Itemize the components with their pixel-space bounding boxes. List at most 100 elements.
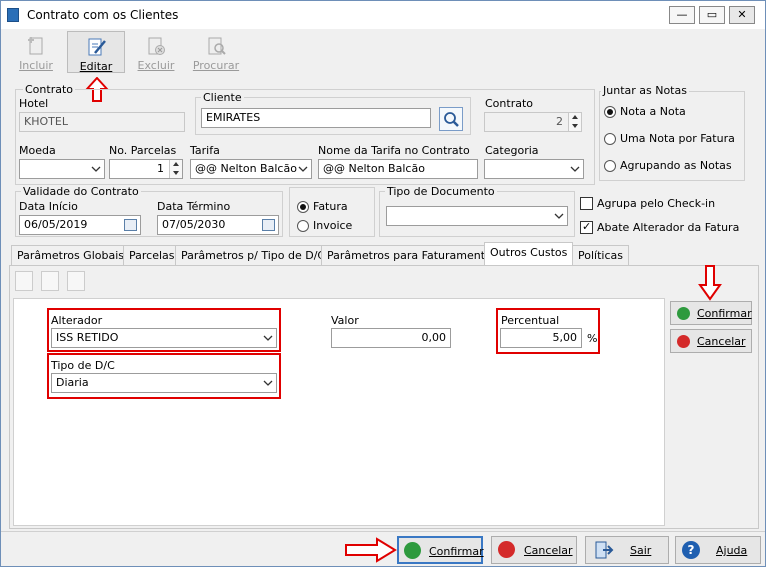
- no-parcelas-field[interactable]: 1: [109, 159, 183, 179]
- delete-item-icon[interactable]: [67, 271, 85, 291]
- tab-parcelas[interactable]: Parcelas: [123, 245, 181, 265]
- tab-parametros-tipo-dc[interactable]: Parâmetros p/ Tipo de D/C: [175, 245, 332, 265]
- agrupa-checkin-checkbox[interactable]: [580, 197, 593, 210]
- nota-a-nota-label: Nota a Nota: [620, 105, 686, 118]
- data-inicio-field[interactable]: 06/05/2019: [19, 215, 141, 235]
- tipo-documento-select[interactable]: [386, 206, 568, 226]
- cancelar-button[interactable]: Cancelar: [491, 536, 577, 564]
- radio-invoice[interactable]: [297, 220, 309, 232]
- contrato-field[interactable]: 2: [484, 112, 582, 132]
- sair-button[interactable]: Sair: [585, 536, 669, 564]
- chevron-down-icon: [554, 213, 564, 219]
- exit-door-icon: [595, 541, 614, 559]
- contrato-value: 2: [556, 115, 563, 128]
- edit-document-icon: [88, 38, 106, 56]
- confirm-check-icon: [404, 542, 421, 559]
- contrato-label: Contrato: [485, 97, 534, 110]
- nome-tarifa-field[interactable]: @@ Nelton Balcão: [318, 159, 478, 179]
- main-window: Contrato com os Clientes — ▭ ✕ Incluir E…: [0, 0, 766, 567]
- radio-agrupando-as-notas[interactable]: [604, 160, 616, 172]
- data-termino-field[interactable]: 07/05/2030: [157, 215, 279, 235]
- highlight-arrow-down: [698, 265, 722, 301]
- cancel-x-icon: [677, 335, 690, 348]
- tab-parametros-globais[interactable]: Parâmetros Globais: [11, 245, 130, 265]
- tab-politicas[interactable]: Políticas: [572, 245, 629, 265]
- minimize-button[interactable]: —: [669, 6, 695, 24]
- abate-alterador-checkbox[interactable]: [580, 220, 593, 234]
- tipo-dc-highlight: [47, 353, 281, 399]
- inner-cancelar-label: Cancelar: [697, 335, 746, 348]
- inner-cancelar-button[interactable]: Cancelar: [670, 329, 752, 353]
- ajuda-button[interactable]: ? Ajuda: [675, 536, 761, 564]
- inner-confirmar-label: Confirmar: [697, 307, 752, 320]
- calendar-icon[interactable]: [262, 219, 275, 231]
- excluir-label: Excluir: [137, 59, 175, 72]
- nome-tarifa-label: Nome da Tarifa no Contrato: [318, 144, 470, 157]
- confirmar-button[interactable]: Confirmar: [397, 536, 484, 564]
- search-cliente-button[interactable]: [439, 107, 463, 131]
- title-bar: Contrato com os Clientes — ▭ ✕: [1, 1, 765, 29]
- moeda-label: Moeda: [19, 144, 56, 157]
- incluir-label: Incluir: [19, 59, 53, 72]
- cliente-field[interactable]: EMIRATES: [201, 108, 431, 128]
- ajuda-label: Ajuda: [716, 544, 748, 557]
- invoice-label: Invoice: [313, 219, 353, 232]
- alterador-highlight: [47, 308, 281, 352]
- edit-item-icon[interactable]: [41, 271, 59, 291]
- valor-label: Valor: [331, 314, 359, 327]
- chevron-down-icon: [91, 166, 101, 172]
- tarifa-label: Tarifa: [190, 144, 220, 157]
- tab-outros-custos[interactable]: Outros Custos: [484, 242, 574, 266]
- inner-confirmar-button[interactable]: Confirmar: [670, 301, 752, 325]
- calendar-icon[interactable]: [124, 219, 137, 231]
- no-parcelas-label: No. Parcelas: [109, 144, 177, 157]
- tab-parametros-faturamento[interactable]: Parâmetros para Faturamento: [321, 245, 498, 265]
- uma-nota-por-fatura-label: Uma Nota por Fatura: [620, 132, 735, 145]
- incluir-button[interactable]: Incluir: [7, 31, 65, 73]
- confirm-check-icon: [677, 307, 690, 320]
- procurar-button[interactable]: Procurar: [187, 31, 245, 73]
- tipo-documento-label: Tipo de Documento: [385, 185, 497, 198]
- data-termino-value: 07/05/2030: [162, 218, 226, 231]
- juntar-notas-label: Juntar as Notas: [601, 84, 689, 97]
- radio-nota-a-nota[interactable]: [604, 106, 616, 118]
- radio-uma-nota-por-fatura[interactable]: [604, 133, 616, 145]
- moeda-select[interactable]: [19, 159, 105, 179]
- validade-label: Validade do Contrato: [21, 185, 141, 198]
- help-icon: ?: [682, 541, 700, 559]
- search-document-icon: [208, 37, 226, 55]
- editar-button[interactable]: Editar: [67, 31, 125, 73]
- valor-field[interactable]: 0,00: [331, 328, 451, 348]
- editar-label: Editar: [79, 60, 113, 73]
- tarifa-select[interactable]: @@ Nelton Balcão: [190, 159, 312, 179]
- delete-document-icon: [148, 37, 165, 55]
- hotel-field[interactable]: KHOTEL: [19, 112, 185, 132]
- fatura-label: Fatura: [313, 200, 348, 213]
- no-parcelas-value: 1: [157, 162, 164, 175]
- categoria-select[interactable]: [484, 159, 584, 179]
- agrupando-as-notas-label: Agrupando as Notas: [620, 159, 732, 172]
- sair-label: Sair: [630, 544, 652, 557]
- highlight-arrow-right: [345, 537, 397, 563]
- radio-fatura[interactable]: [297, 201, 309, 213]
- cancelar-label: Cancelar: [524, 544, 573, 557]
- contrato-group-label: Contrato: [23, 83, 76, 96]
- cliente-label: Cliente: [201, 91, 244, 104]
- percentual-highlight: [496, 308, 600, 354]
- agrupa-checkin-label: Agrupa pelo Check-in: [597, 197, 716, 210]
- data-termino-label: Data Término: [157, 200, 231, 213]
- abate-alterador-label: Abate Alterador da Fatura: [597, 221, 740, 234]
- procurar-label: Procurar: [192, 59, 240, 72]
- tarifa-value: @@ Nelton Balcão: [195, 162, 297, 175]
- no-parcelas-spinner[interactable]: [169, 160, 182, 178]
- maximize-button[interactable]: ▭: [699, 6, 725, 24]
- add-item-icon[interactable]: [15, 271, 33, 291]
- search-icon: [444, 112, 459, 127]
- contrato-spinner[interactable]: [568, 113, 581, 131]
- close-button[interactable]: ✕: [729, 6, 755, 24]
- data-inicio-value: 06/05/2019: [24, 218, 88, 231]
- chevron-down-icon: [570, 166, 580, 172]
- confirmar-label: Confirmar: [429, 545, 484, 558]
- categoria-label: Categoria: [485, 144, 539, 157]
- excluir-button[interactable]: Excluir: [127, 31, 185, 73]
